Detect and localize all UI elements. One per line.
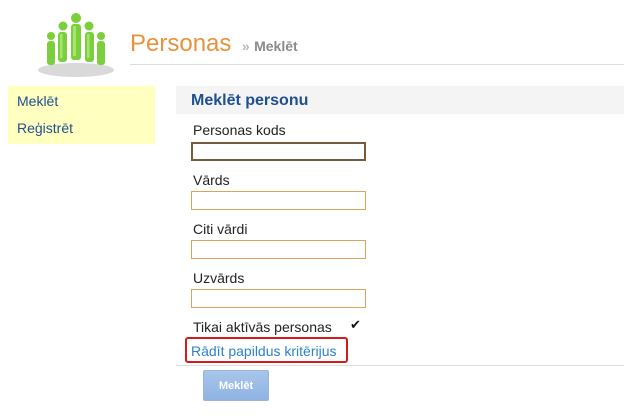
sidebar-item-register[interactable]: Reģistrēt (17, 120, 73, 136)
sidebar-item-search[interactable]: Meklēt (17, 93, 58, 109)
sidebar: Meklēt Reģistrēt (8, 86, 155, 144)
advanced-criteria-highlight: Rādīt papildus kritērijus (185, 337, 348, 363)
app-title: Personas (130, 30, 232, 57)
surname-label: Uzvārds (193, 270, 245, 286)
other-names-input[interactable] (191, 240, 366, 259)
first-name-label: Vārds (193, 172, 230, 188)
personal-code-label: Personas kods (193, 122, 286, 138)
personal-code-input[interactable] (191, 142, 366, 161)
page-header: Personas » Meklēt (0, 0, 624, 80)
surname-input[interactable] (191, 289, 366, 308)
active-only-checkbox[interactable]: ✔ (350, 317, 361, 333)
panel-title: Meklēt personu (191, 92, 309, 109)
first-name-input[interactable] (191, 191, 366, 210)
search-panel-header: Meklēt personu (176, 86, 624, 114)
breadcrumb-current: Meklēt (254, 38, 298, 54)
search-button[interactable]: Meklēt (203, 370, 269, 401)
people-logo-icon (38, 13, 114, 77)
form-divider (176, 365, 624, 366)
other-names-label: Citi vārdi (193, 221, 248, 237)
header-divider (130, 64, 624, 65)
breadcrumb-separator: » (241, 38, 250, 54)
page-title: Personas » Meklēt (130, 30, 298, 58)
show-advanced-criteria-link[interactable]: Rādīt papildus kritērijus (191, 343, 337, 359)
active-only-label: Tikai aktīvās personas (193, 319, 332, 335)
